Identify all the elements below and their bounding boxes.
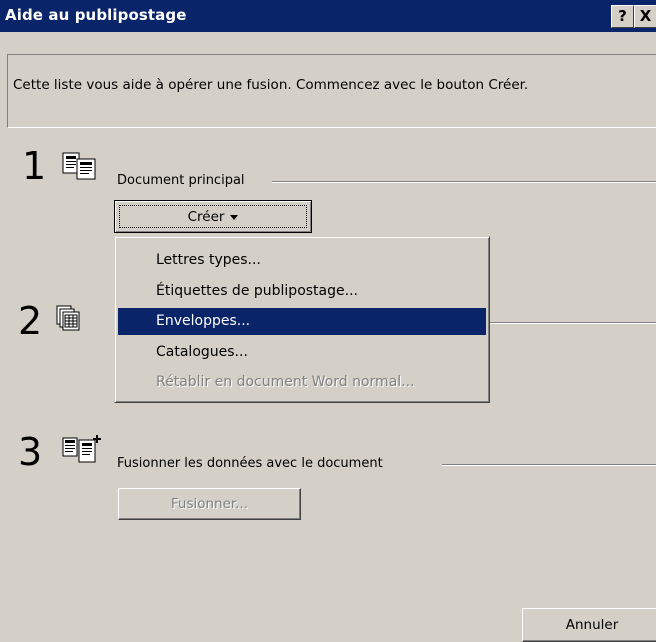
help-button[interactable]: ?: [611, 5, 634, 28]
merge-button[interactable]: Fusionner...: [118, 488, 301, 520]
menu-item-envelopes[interactable]: Enveloppes...: [118, 308, 486, 335]
step-3-separator: [442, 464, 656, 466]
title-bar[interactable]: Aide au publipostage ? X: [0, 0, 656, 32]
instructions-panel: Cette liste vous aide à opérer une fusio…: [7, 54, 656, 128]
step-1-separator: [272, 181, 656, 183]
merge-button-label: Fusionner...: [170, 496, 249, 512]
step-2-separator: [490, 322, 656, 324]
create-dropdown-menu: Lettres types... Étiquettes de publipost…: [114, 236, 490, 403]
dialog-title: Aide au publipostage: [5, 6, 187, 24]
merge-icon: [62, 435, 101, 463]
cancel-button-label: Annuler: [565, 617, 619, 633]
step-3-number: 3: [18, 430, 43, 474]
step-1-label: Document principal: [117, 173, 245, 188]
step-3-label: Fusionner les données avec le document: [117, 456, 383, 471]
menu-item-form-letters[interactable]: Lettres types...: [118, 247, 486, 274]
step-2-number: 2: [18, 299, 43, 343]
menu-item-catalogs[interactable]: Catalogues...: [118, 339, 486, 366]
close-button[interactable]: X: [634, 5, 656, 28]
menu-item-mailing-labels[interactable]: Étiquettes de publipostage...: [118, 278, 486, 305]
cancel-button[interactable]: Annuler: [522, 608, 656, 642]
create-button-label: Créer: [187, 209, 225, 225]
create-button[interactable]: Créer: [114, 200, 312, 233]
step-1-number: 1: [22, 144, 47, 188]
dropdown-arrow-icon: [230, 214, 239, 220]
instructions-text: Cette liste vous aide à opérer une fusio…: [13, 77, 529, 93]
mail-merge-dialog: Aide au publipostage ? X Cette liste vou…: [0, 0, 656, 642]
main-document-icon: [62, 152, 96, 180]
menu-item-restore-normal-document[interactable]: Rétablir en document Word normal...: [118, 369, 486, 396]
data-source-icon: [56, 305, 80, 331]
